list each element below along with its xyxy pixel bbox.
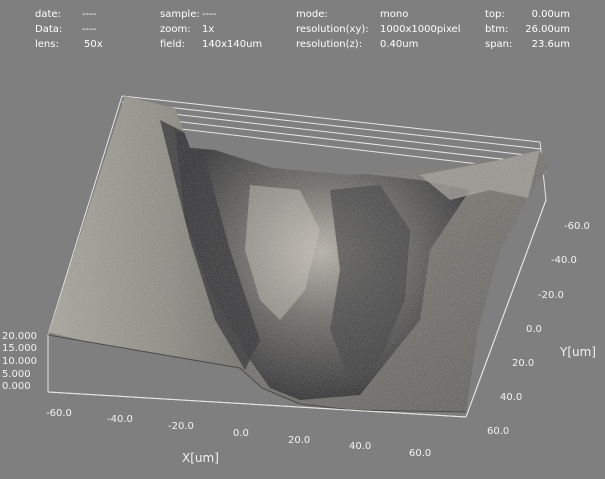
surface-3d-view[interactable]: [0, 0, 605, 479]
x-tick: -40.0: [107, 414, 133, 425]
y-tick: -60.0: [564, 221, 590, 232]
surface-texture: [48, 96, 548, 412]
y-tick: -20.0: [538, 290, 564, 301]
y-tick: 0.0: [526, 324, 542, 335]
z-tick: 5.000: [2, 369, 31, 380]
y-tick: 60.0: [487, 426, 510, 437]
z-tick: 15.000: [2, 343, 37, 354]
x-tick: -20.0: [168, 421, 194, 432]
y-axis-title: Y[um]: [560, 345, 596, 359]
x-tick: 20.0: [288, 435, 311, 446]
x-tick: 0.0: [233, 428, 249, 439]
x-axis-title: X[um]: [182, 451, 219, 465]
z-tick: 20.000: [2, 331, 37, 342]
z-tick: 0.000: [2, 381, 31, 392]
y-tick: 20.0: [512, 358, 535, 369]
x-tick: -60.0: [46, 408, 72, 419]
x-tick: 60.0: [409, 448, 432, 459]
y-tick: -40.0: [551, 255, 577, 266]
z-tick: 10.000: [2, 356, 37, 367]
y-tick: 40.0: [500, 392, 523, 403]
x-tick: 40.0: [349, 441, 372, 452]
